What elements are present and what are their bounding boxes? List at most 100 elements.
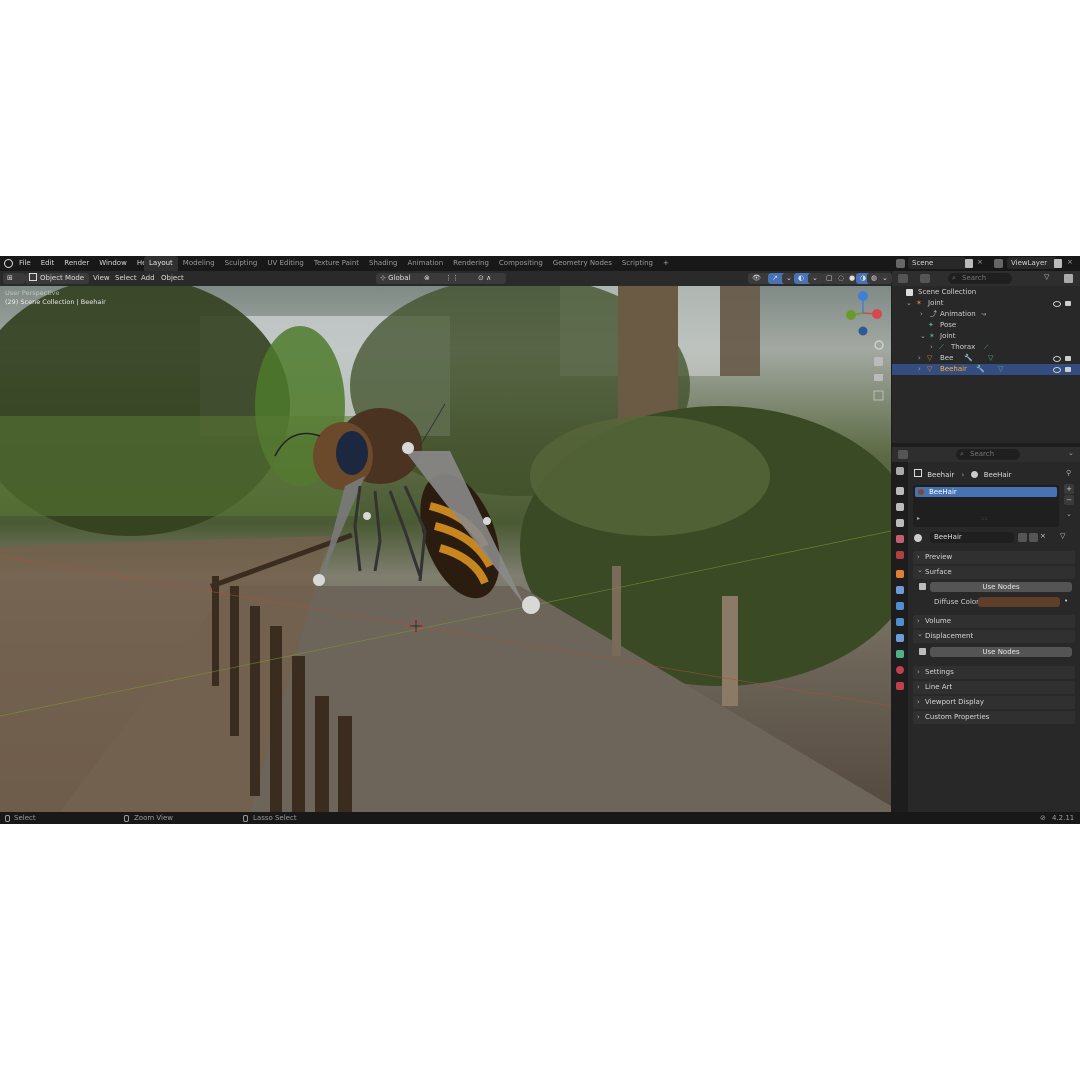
- expand-icon[interactable]: ▸: [917, 515, 920, 522]
- camera-icon[interactable]: [1065, 356, 1071, 361]
- editor-type-icon[interactable]: ⊞: [3, 273, 25, 284]
- filter-icon[interactable]: ▽: [1060, 532, 1065, 540]
- scene-selector[interactable]: Scene: [908, 257, 966, 269]
- tab-shading[interactable]: Shading: [364, 256, 402, 271]
- bone-joint-left[interactable]: [313, 574, 325, 586]
- tab-scripting[interactable]: Scripting: [617, 256, 658, 271]
- outliner-row-animation[interactable]: › ⤴ Animation ↝: [892, 309, 1080, 320]
- gizmo-neg-z-axis[interactable]: [858, 326, 868, 336]
- output-tab-icon[interactable]: [896, 503, 904, 511]
- physics-tab-icon[interactable]: [896, 618, 904, 626]
- diffuse-color-swatch[interactable]: [978, 597, 1060, 607]
- menu-view[interactable]: View: [93, 273, 110, 284]
- view-layer-icon[interactable]: [994, 259, 1003, 268]
- eye-icon[interactable]: [1053, 301, 1061, 307]
- properties-search[interactable]: ⌕ Search: [956, 449, 1020, 460]
- outliner-row-beehair[interactable]: › ▽ Beehair 🔧 ▽: [892, 364, 1080, 375]
- camera-icon[interactable]: [1065, 301, 1071, 306]
- remove-icon[interactable]: −: [1064, 495, 1074, 505]
- chevron-right-icon[interactable]: ›: [920, 309, 923, 320]
- chevron-right-icon[interactable]: ›: [918, 364, 921, 375]
- render-tab-icon[interactable]: [896, 487, 904, 495]
- editor-type-icon[interactable]: [898, 274, 908, 283]
- tool-tab-icon[interactable]: [896, 467, 904, 475]
- mode-selector[interactable]: Object Mode ⌄: [25, 273, 89, 293]
- chevron-down-icon[interactable]: ⌄: [906, 298, 912, 309]
- constraints-tab-icon[interactable]: [896, 634, 904, 642]
- modifier-tab-icon[interactable]: [896, 586, 904, 594]
- bone-joint-inner[interactable]: [363, 512, 371, 520]
- proportional-edit-icon[interactable]: ⊙ ∧: [474, 273, 506, 284]
- outliner-row-bee[interactable]: › ▽ Bee 🔧 ▽: [892, 353, 1080, 364]
- panel-preview[interactable]: Preview: [913, 551, 1075, 564]
- use-nodes-button[interactable]: Use Nodes: [930, 582, 1072, 592]
- panel-viewport-display[interactable]: Viewport Display: [913, 696, 1075, 709]
- bone-joint-right[interactable]: [522, 596, 540, 614]
- node-tree-icon[interactable]: [919, 648, 926, 655]
- menu-object[interactable]: Object: [161, 273, 184, 284]
- menu-add[interactable]: Add: [141, 273, 155, 284]
- shading-dropdown-icon[interactable]: ⌄: [878, 273, 892, 284]
- add-icon[interactable]: +: [1064, 484, 1074, 494]
- texture-tab-icon[interactable]: [896, 682, 904, 690]
- material-browse-icon[interactable]: [914, 534, 922, 542]
- menu-select[interactable]: Select: [115, 273, 137, 284]
- tab-texture-paint[interactable]: Texture Paint: [309, 256, 364, 271]
- unlink-material-icon[interactable]: ×: [1040, 532, 1046, 540]
- tab-layout[interactable]: Layout: [144, 256, 178, 271]
- gizmo-y-axis[interactable]: [846, 310, 856, 320]
- panel-volume[interactable]: Volume: [913, 615, 1075, 628]
- panel-custom-properties[interactable]: Custom Properties: [913, 711, 1075, 724]
- gizmo-z-axis[interactable]: [858, 291, 868, 301]
- bone-joint-top[interactable]: [402, 442, 414, 454]
- add-workspace-icon[interactable]: +: [658, 256, 674, 271]
- view-layer-tab-icon[interactable]: [896, 519, 904, 527]
- chevron-right-icon[interactable]: ›: [918, 353, 921, 364]
- tab-geometry-nodes[interactable]: Geometry Nodes: [548, 256, 617, 271]
- menu-render[interactable]: Render: [59, 256, 94, 271]
- keyframe-dot-icon[interactable]: •: [1064, 597, 1068, 605]
- close-view-layer-icon[interactable]: ×: [1067, 258, 1073, 266]
- scene-icon[interactable]: [896, 259, 905, 268]
- panel-settings[interactable]: Settings: [913, 666, 1075, 679]
- zoom-icon[interactable]: [874, 340, 884, 350]
- chevron-right-icon[interactable]: ›: [930, 342, 933, 353]
- panel-surface[interactable]: Surface: [913, 564, 1075, 579]
- duplicate-material-icon[interactable]: [1029, 533, 1038, 542]
- use-nodes-button-displacement[interactable]: Use Nodes: [930, 647, 1072, 657]
- orientation-selector[interactable]: ⊹ Global ⌄: [376, 273, 422, 293]
- object-tab-icon[interactable]: [896, 570, 904, 578]
- new-scene-icon[interactable]: [965, 259, 973, 268]
- outliner-row-joint[interactable]: ⌄ ✶ Joint: [892, 298, 1080, 309]
- eye-icon[interactable]: [1053, 367, 1061, 373]
- menu-window[interactable]: Window: [94, 256, 132, 271]
- tab-compositing[interactable]: Compositing: [494, 256, 548, 271]
- fake-user-icon[interactable]: [1018, 533, 1027, 542]
- camera-view-icon[interactable]: [874, 374, 883, 381]
- data-tab-icon[interactable]: [896, 650, 904, 658]
- scene-tab-icon[interactable]: [896, 535, 904, 543]
- tab-animation[interactable]: Animation: [402, 256, 448, 271]
- tab-sculpting[interactable]: Sculpting: [220, 256, 263, 271]
- tab-uv-editing[interactable]: UV Editing: [262, 256, 309, 271]
- view-layer-selector[interactable]: ViewLayer: [1007, 257, 1057, 269]
- outliner-search[interactable]: ⌕ Search: [948, 273, 1012, 284]
- outliner-row-scene-collection[interactable]: Scene Collection: [892, 287, 1080, 298]
- menu-edit[interactable]: Edit: [36, 256, 60, 271]
- outliner-row-thorax[interactable]: › ⟋ Thorax ⟋: [892, 342, 1080, 353]
- blender-logo-icon[interactable]: [4, 259, 13, 268]
- tab-modeling[interactable]: Modeling: [178, 256, 220, 271]
- editor-type-icon[interactable]: [898, 450, 908, 459]
- new-view-layer-icon[interactable]: [1054, 259, 1062, 268]
- chevron-down-icon[interactable]: ⌄: [1068, 449, 1074, 457]
- gizmo-x-axis[interactable]: [872, 309, 882, 319]
- filter-icon[interactable]: ▽: [1044, 273, 1049, 281]
- material-tab-icon[interactable]: [896, 666, 904, 674]
- material-name-field[interactable]: BeeHair: [930, 532, 1014, 543]
- panel-line-art[interactable]: Line Art: [913, 681, 1075, 694]
- outliner-row-armature-data[interactable]: ⌄ ✶ Joint: [892, 331, 1080, 342]
- camera-icon[interactable]: [1065, 367, 1071, 372]
- world-tab-icon[interactable]: [896, 551, 904, 559]
- eye-icon[interactable]: [1053, 356, 1061, 362]
- chevron-down-icon[interactable]: ⌄: [920, 331, 926, 342]
